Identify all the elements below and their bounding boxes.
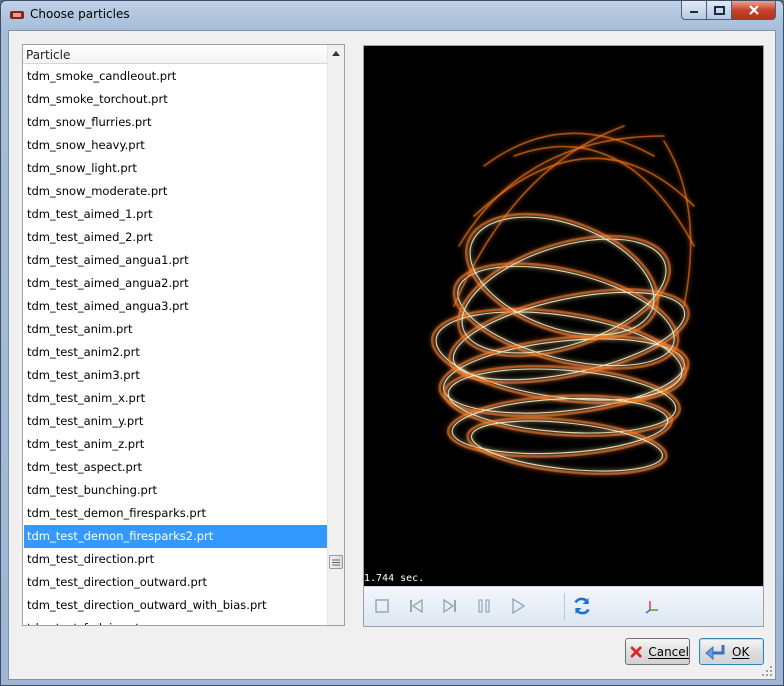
enter-arrow-icon <box>705 644 725 660</box>
pause-icon <box>478 599 490 613</box>
cancel-x-icon <box>630 646 642 657</box>
list-item[interactable]: tdm_snow_moderate.prt <box>24 180 333 203</box>
grip-lines-icon <box>332 559 340 565</box>
refresh-icon <box>574 597 590 615</box>
preview-toolbar <box>364 586 763 626</box>
list-item[interactable]: tdm_test_anim3.prt <box>24 364 333 387</box>
list-item[interactable]: tdm_test_anim2.prt <box>24 341 333 364</box>
window-title: Choose particles <box>30 7 130 21</box>
list-item[interactable]: tdm_test_direction_outward_with_bias.prt <box>24 594 333 617</box>
skip-back-icon <box>410 598 423 614</box>
cancel-button[interactable]: Cancel <box>625 638 690 665</box>
play-button[interactable] <box>507 595 529 617</box>
step-forward-icon <box>443 598 456 614</box>
list-item[interactable]: tdm_test_demon_firesparks2.prt <box>24 525 333 548</box>
list-item[interactable]: tdm_test_anim_x.prt <box>24 387 333 410</box>
chevron-up-icon <box>332 51 340 56</box>
stop-button[interactable] <box>371 595 393 617</box>
list-item[interactable]: tdm_test_anim_y.prt <box>24 410 333 433</box>
list-item[interactable]: tdm_snow_heavy.prt <box>24 134 333 157</box>
list-item[interactable]: tdm_test_aimed_2.prt <box>24 226 333 249</box>
particle-list[interactable]: Particle tdm_smoke_candleout.prt tdm_smok… <box>22 44 345 626</box>
list-item[interactable]: tdm_test_fadein.prt <box>24 617 333 625</box>
ok-button[interactable]: OK <box>699 638 764 665</box>
minimize-icon <box>690 11 698 13</box>
rewind-button[interactable] <box>405 595 427 617</box>
preview-canvas[interactable] <box>364 46 763 586</box>
spark-trail <box>458 135 665 247</box>
play-icon <box>512 598 526 614</box>
window-controls <box>681 1 776 21</box>
time-readout: 1.744 sec. <box>364 573 425 584</box>
list-item[interactable]: tdm_test_direction_outward.prt <box>24 571 333 594</box>
spark-trail <box>470 420 664 472</box>
cancel-button-label: Cancel <box>648 644 689 659</box>
dialog-client: Particle tdm_smoke_candleout.prt tdm_smok… <box>8 30 776 680</box>
loop-toggle-button[interactable] <box>571 595 593 617</box>
list-item[interactable]: tdm_test_aimed_1.prt <box>24 203 333 226</box>
dialog-window: Choose particles Particle tdm_smoke_cand… <box>0 0 784 686</box>
axes-icon <box>645 601 658 614</box>
list-item[interactable]: tdm_snow_light.prt <box>24 157 333 180</box>
step-forward-button[interactable] <box>439 595 461 617</box>
list-item[interactable]: tdm_test_bunching.prt <box>24 479 333 502</box>
minimize-button[interactable] <box>681 1 707 20</box>
ok-button-label: OK <box>732 644 750 659</box>
maximize-button[interactable] <box>707 1 732 20</box>
list-item[interactable]: tdm_smoke_torchout.prt <box>24 88 333 111</box>
resize-grip-icon[interactable] <box>761 665 773 677</box>
list-scrollbar[interactable] <box>327 45 344 625</box>
spark-trail <box>513 145 695 247</box>
list-item[interactable]: tdm_test_demon_firesparks.prt <box>24 502 333 525</box>
list-item[interactable]: tdm_smoke_candleout.prt <box>24 65 333 88</box>
maximize-icon <box>713 5 725 15</box>
toolbar-separator <box>564 593 565 620</box>
stop-icon <box>375 599 389 613</box>
close-icon <box>748 5 759 15</box>
title-bar[interactable]: Choose particles <box>1 1 783 29</box>
list-item[interactable]: tdm_test_aimed_angua1.prt <box>24 249 333 272</box>
close-button[interactable] <box>732 1 776 20</box>
particle-list-body: tdm_smoke_candleout.prt tdm_smoke_torchou… <box>24 65 333 625</box>
list-item[interactable]: tdm_test_anim.prt <box>24 318 333 341</box>
pause-button[interactable] <box>473 595 495 617</box>
scroll-up-arrow[interactable] <box>328 45 344 62</box>
app-icon <box>10 11 24 19</box>
particle-preview: 1.744 sec. <box>363 45 764 627</box>
list-item[interactable]: tdm_test_aimed_angua2.prt <box>24 272 333 295</box>
show-axes-button[interactable] <box>642 595 664 617</box>
list-item[interactable]: tdm_test_aimed_angua3.prt <box>24 295 333 318</box>
column-header-particle[interactable]: Particle <box>23 45 333 64</box>
scroll-thumb[interactable] <box>329 555 343 569</box>
spark-trail <box>466 416 668 476</box>
list-item[interactable]: tdm_snow_flurries.prt <box>24 111 333 134</box>
spark-trail <box>464 212 660 340</box>
list-item[interactable]: tdm_test_anim_z.prt <box>24 433 333 456</box>
list-item[interactable]: tdm_test_direction.prt <box>24 548 333 571</box>
list-item[interactable]: tdm_test_aspect.prt <box>24 456 333 479</box>
